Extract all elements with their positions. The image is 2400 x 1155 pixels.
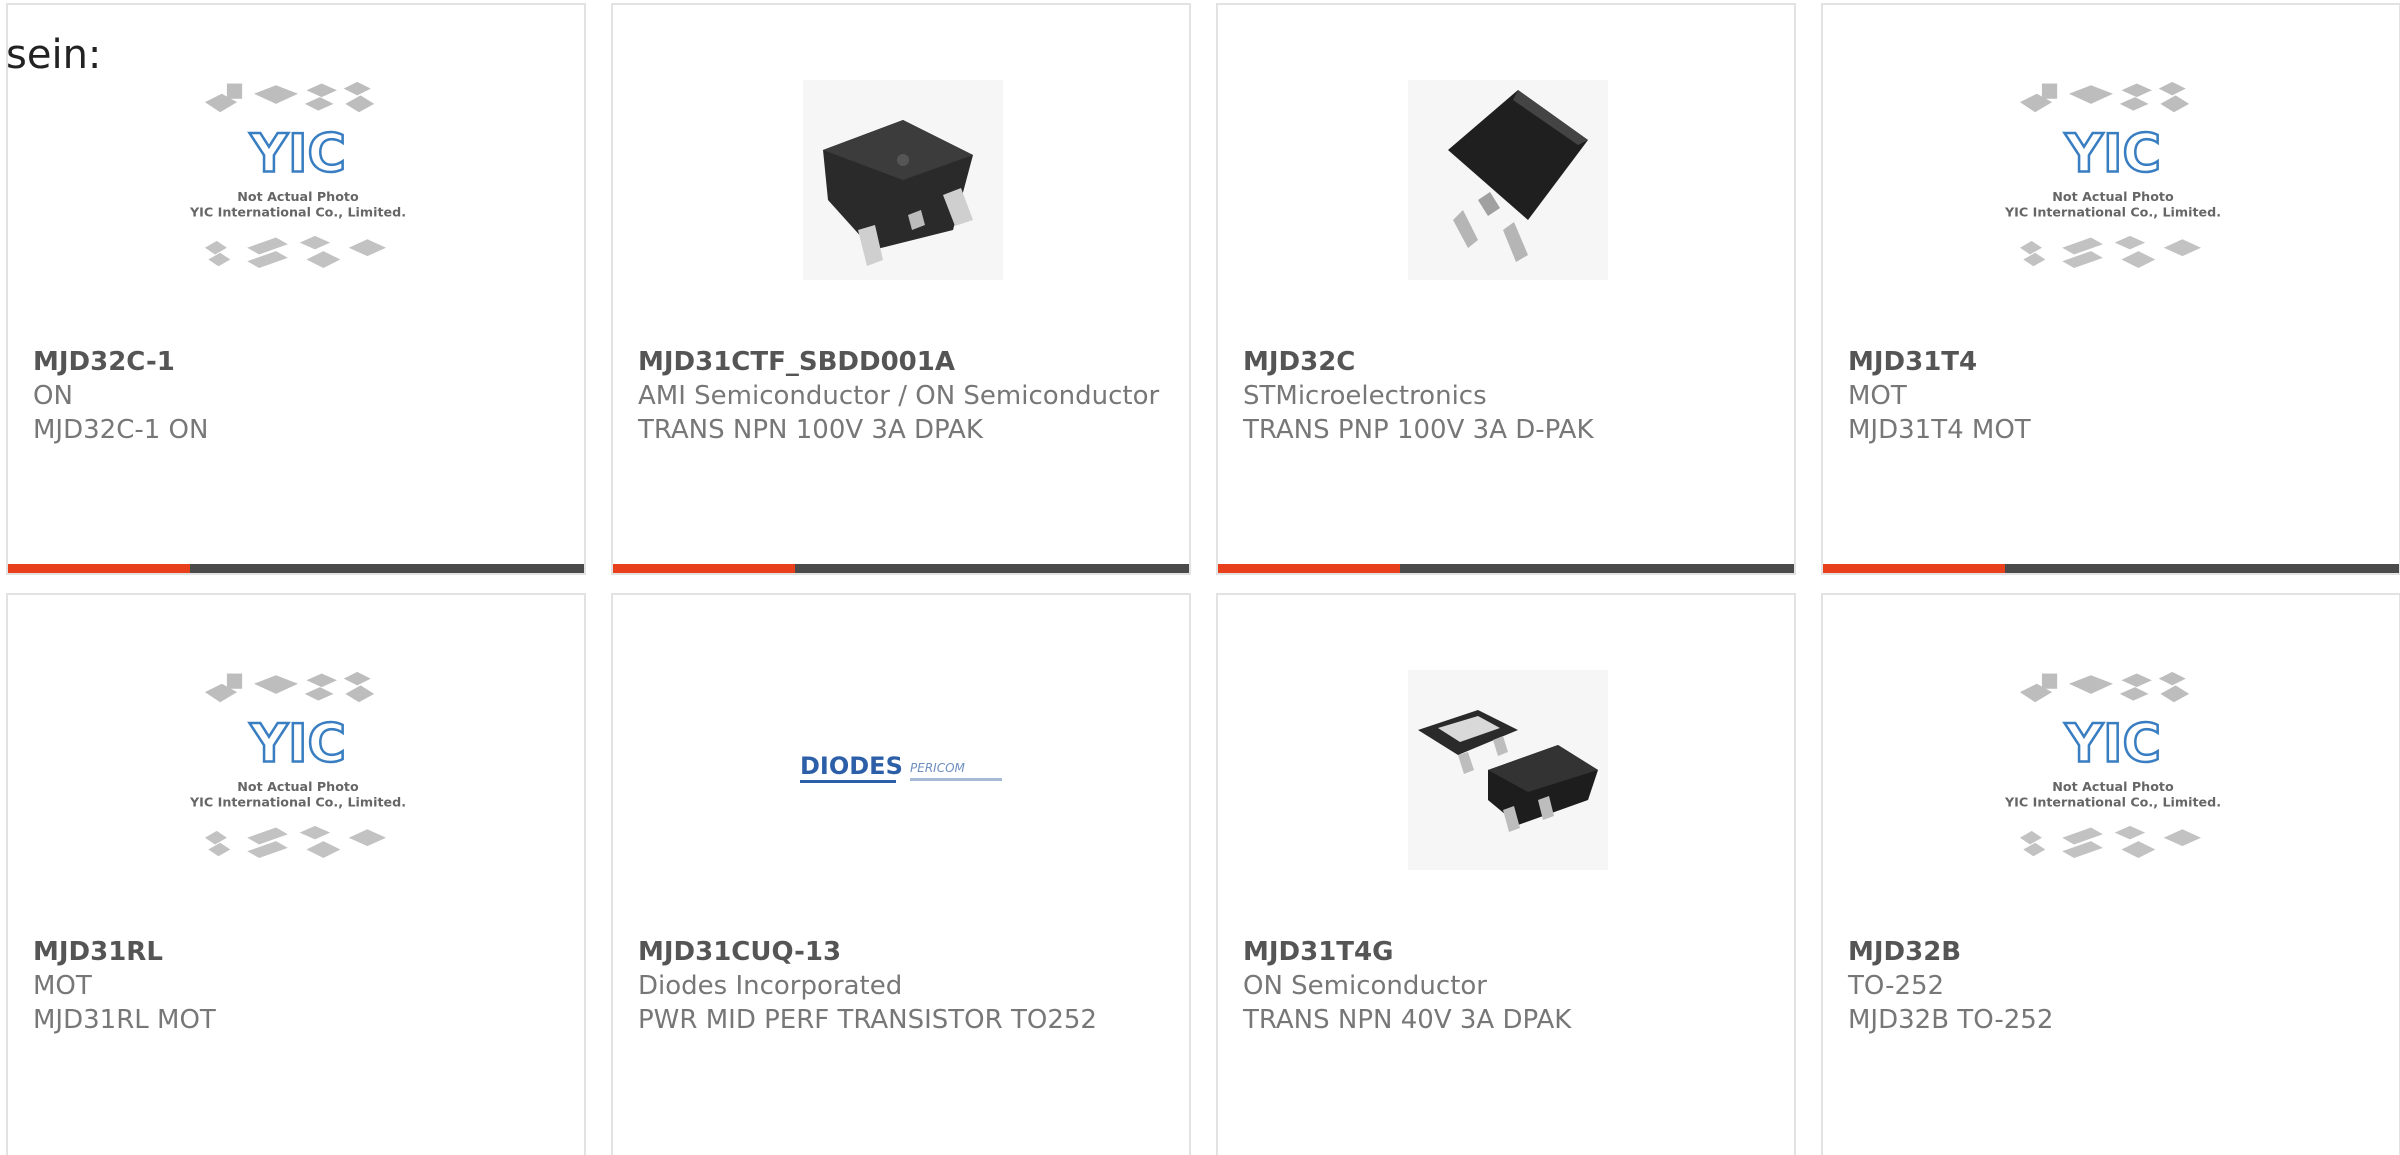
placeholder-image: YIC Not Actual Photo YIC International C… <box>188 75 408 285</box>
product-card[interactable]: MJD31T4G ON Semiconductor TRANS NPN 40V … <box>1216 593 1796 1155</box>
manufacturer: STMicroelectronics <box>1243 381 1487 411</box>
product-card[interactable]: DIODES PERICOM MJD31CUQ-13 Diodes Incorp… <box>611 593 1191 1155</box>
manufacturer: ON <box>33 381 73 411</box>
manufacturer: MOT <box>1848 381 1907 411</box>
svg-text:YIC: YIC <box>249 714 346 775</box>
dpak-chip-icon <box>793 75 1013 285</box>
placeholder-image: YIC Not Actual Photo YIC International C… <box>188 665 408 875</box>
part-number[interactable]: MJD31T4 <box>1848 345 2378 379</box>
product-card[interactable]: MJD31CTF_SBDD001A AMI Semiconductor / ON… <box>611 3 1191 575</box>
svg-text:YIC: YIC <box>2064 124 2161 185</box>
diodes-logo: DIODES PERICOM <box>793 665 1013 875</box>
svg-text:YIC International Co., Limited: YIC International Co., Limited. <box>189 204 406 219</box>
part-number[interactable]: MJD32C-1 <box>33 345 563 379</box>
manufacturer: AMI Semiconductor / ON Semiconductor <box>638 381 1160 411</box>
part-number[interactable]: MJD31RL <box>33 935 563 969</box>
part-number[interactable]: MJD32C <box>1243 345 1773 379</box>
card-bar-accent <box>1823 564 2005 573</box>
product-card[interactable]: YIC Not Actual Photo YIC International C… <box>1821 3 2400 575</box>
product-info: MJD31RL MOT MJD31RL MOT <box>33 935 563 1037</box>
product-info: MJD32C-1 ON MJD32C-1 ON <box>33 345 563 447</box>
card-bar-accent <box>1218 564 1400 573</box>
svg-text:YIC International Co., Limited: YIC International Co., Limited. <box>189 794 406 809</box>
svg-text:Not Actual Photo: Not Actual Photo <box>237 779 359 794</box>
product-info: MJD31CUQ-13 Diodes Incorporated PWR MID … <box>638 935 1168 1037</box>
svg-text:DIODES: DIODES <box>800 752 903 780</box>
product-info: MJD31CTF_SBDD001A AMI Semiconductor / ON… <box>638 345 1168 447</box>
product-grid: YIC Not Actual Photo YIC International C… <box>6 3 2400 1155</box>
svg-text:Not Actual Photo: Not Actual Photo <box>237 189 359 204</box>
description: MJD32B TO-252 <box>1848 1005 2054 1035</box>
card-bar-accent <box>8 564 190 573</box>
product-card[interactable]: YIC Not Actual Photo YIC International C… <box>6 3 586 575</box>
product-info: MJD31T4G ON Semiconductor TRANS NPN 40V … <box>1243 935 1773 1037</box>
part-number[interactable]: MJD31CTF_SBDD001A <box>638 345 1168 379</box>
manufacturer: TO-252 <box>1848 971 1945 1001</box>
svg-text:YIC: YIC <box>249 124 346 185</box>
placeholder-image: YIC Not Actual Photo YIC International C… <box>2003 665 2223 875</box>
svg-text:YIC International Co., Limited: YIC International Co., Limited. <box>2004 204 2221 219</box>
description: TRANS PNP 100V 3A D-PAK <box>1243 415 1594 445</box>
card-bar <box>8 564 584 573</box>
svg-text:Not Actual Photo: Not Actual Photo <box>2052 779 2174 794</box>
card-bar <box>1823 564 2399 573</box>
product-info: MJD31T4 MOT MJD31T4 MOT <box>1848 345 2378 447</box>
part-number[interactable]: MJD31CUQ-13 <box>638 935 1168 969</box>
placeholder-image: YIC Not Actual Photo YIC International C… <box>2003 75 2223 285</box>
dpak-tilted-icon <box>1398 75 1618 285</box>
product-info: MJD32C STMicroelectronics TRANS PNP 100V… <box>1243 345 1773 447</box>
product-info: MJD32B TO-252 MJD32B TO-252 <box>1848 935 2378 1037</box>
card-bar <box>1218 564 1794 573</box>
description: MJD31T4 MOT <box>1848 415 2031 445</box>
description: MJD31RL MOT <box>33 1005 216 1035</box>
product-card[interactable]: MJD32C STMicroelectronics TRANS PNP 100V… <box>1216 3 1796 575</box>
product-card[interactable]: YIC Not Actual Photo YIC International C… <box>1821 593 2400 1155</box>
description: MJD32C-1 ON <box>33 415 209 445</box>
product-card[interactable]: YIC Not Actual Photo YIC International C… <box>6 593 586 1155</box>
card-bar <box>613 564 1189 573</box>
manufacturer: ON Semiconductor <box>1243 971 1487 1001</box>
dpak-pair-icon <box>1398 665 1618 875</box>
svg-text:YIC: YIC <box>2064 714 2161 775</box>
part-number[interactable]: MJD32B <box>1848 935 2378 969</box>
description: TRANS NPN 100V 3A DPAK <box>638 415 983 445</box>
description: PWR MID PERF TRANSISTOR TO252 <box>638 1005 1097 1035</box>
svg-text:Not Actual Photo: Not Actual Photo <box>2052 189 2174 204</box>
card-bar-accent <box>613 564 795 573</box>
description: TRANS NPN 40V 3A DPAK <box>1243 1005 1572 1035</box>
part-number[interactable]: MJD31T4G <box>1243 935 1773 969</box>
manufacturer: MOT <box>33 971 92 1001</box>
intro-text: sein: <box>6 32 102 78</box>
svg-text:PERICOM: PERICOM <box>910 761 966 775</box>
svg-text:YIC International Co., Limited: YIC International Co., Limited. <box>2004 794 2221 809</box>
manufacturer: Diodes Incorporated <box>638 971 903 1001</box>
